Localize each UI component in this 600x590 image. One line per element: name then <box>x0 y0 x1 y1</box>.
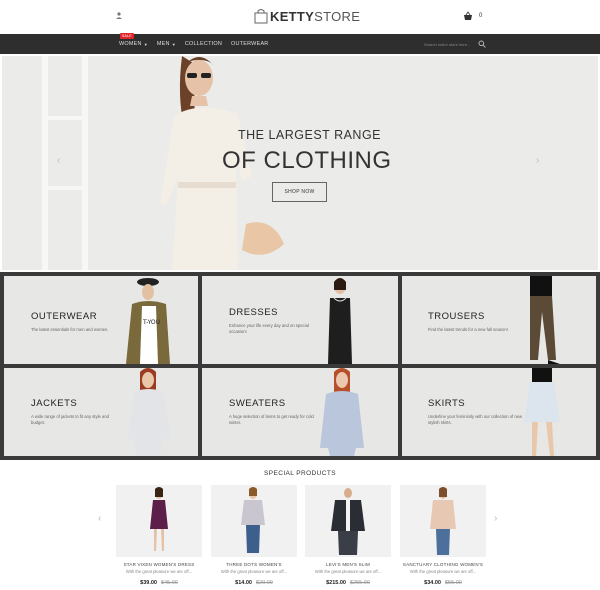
category-title: OUTERWEAR <box>31 311 98 322</box>
product-description: With the great pleasure we are off... <box>220 569 288 574</box>
category-tile-skirts[interactable]: SKIRTS Underline your femininity with ou… <box>402 368 596 456</box>
category-title: JACKETS <box>31 398 78 409</box>
product-old-price: $45.00 <box>161 580 178 586</box>
products-prev-arrow[interactable]: ‹ <box>98 514 108 524</box>
category-description: The latest essentials for men and women. <box>31 327 109 332</box>
product-current-price: $39.00 <box>140 580 157 586</box>
category-tile-dresses[interactable]: DRESSES Enhance your life every day and … <box>202 276 398 364</box>
hero-title-line2: OF CLOTHING <box>222 147 392 174</box>
product-photo-cardigan <box>430 487 456 555</box>
site-header: KETTYSTORE 0 <box>0 0 600 34</box>
category-title: TROUSERS <box>428 311 485 322</box>
product-price: $34.00 $55.00 <box>400 580 486 586</box>
chevron-down-icon: ▼ <box>143 41 148 47</box>
search-input[interactable] <box>424 39 474 49</box>
category-description: Enhance your life every day and on speci… <box>229 323 309 334</box>
outerwear-model-image: T-YOU <box>126 278 170 364</box>
nav-item-women[interactable]: SALE WOMEN ▼ <box>119 33 148 47</box>
product-card[interactable]: STAR VIXEN WOMEN'S DRESS With the great … <box>116 485 202 586</box>
cart-button[interactable]: 0 <box>463 11 482 21</box>
search-icon[interactable] <box>478 40 486 48</box>
category-title: SWEATERS <box>229 398 286 409</box>
special-products-title: SPECIAL PRODUCTS <box>264 470 336 477</box>
products-next-arrow[interactable]: › <box>494 514 504 524</box>
main-nav: SALE WOMEN ▼ MEN ▼ COLLECTION OUTERWEAR <box>0 33 600 54</box>
product-current-price: $215.00 <box>326 580 346 586</box>
product-price: $39.00 $45.00 <box>116 580 202 586</box>
search-box <box>424 38 488 50</box>
product-old-price: $55.00 <box>445 580 462 586</box>
category-title: SKIRTS <box>428 398 466 409</box>
sweaters-model-image <box>320 368 364 456</box>
user-icon[interactable] <box>114 11 124 21</box>
category-description: Find the latest trends for a new fall se… <box>428 327 508 332</box>
product-image[interactable] <box>305 485 391 557</box>
product-photo-dress <box>150 487 168 551</box>
category-description: A huge selection of items to get ready f… <box>229 414 314 425</box>
product-photo-jacket <box>331 488 365 555</box>
product-image[interactable] <box>400 485 486 557</box>
chevron-down-icon: ▼ <box>171 41 176 47</box>
nav-item-outerwear[interactable]: OUTERWEAR <box>231 41 268 47</box>
basket-icon <box>464 11 472 20</box>
product-price: $215.00 $255.00 <box>305 580 391 586</box>
product-card[interactable]: THREE DOTS WOMEN'S With the great pleasu… <box>211 485 297 586</box>
product-description: With the great pleasure we are off... <box>409 569 477 574</box>
category-tile-trousers[interactable]: TROUSERS Find the latest trends for a ne… <box>402 276 596 364</box>
product-name[interactable]: THREE DOTS WOMEN'S <box>211 562 297 567</box>
hero-prev-arrow[interactable]: ‹ <box>57 156 67 166</box>
skirts-model-image <box>524 368 560 456</box>
product-description: With the great pleasure we are off... <box>314 569 382 574</box>
category-tile-outerwear[interactable]: OUTERWEAR The latest essentials for men … <box>4 276 198 364</box>
product-old-price: $255.00 <box>350 580 370 586</box>
product-price: $14.00 $20.00 <box>211 580 297 586</box>
nav-item-label: WOMEN <box>119 41 142 47</box>
category-tile-jackets[interactable]: JACKETS A wide range of jackets to fit a… <box>4 368 198 456</box>
hero-next-arrow[interactable]: › <box>536 156 546 166</box>
nav-item-men[interactable]: MEN ▼ <box>157 41 176 47</box>
product-old-price: $20.00 <box>256 580 273 586</box>
svg-text:T-YOU: T-YOU <box>142 319 160 326</box>
hero-title-line1: THE LARGEST RANGE <box>238 128 382 142</box>
product-photo-sweater <box>241 487 265 553</box>
product-current-price: $34.00 <box>424 580 441 586</box>
category-title: DRESSES <box>229 307 278 318</box>
nav-item-label: COLLECTION <box>184 41 223 47</box>
nav-item-label: OUTERWEAR <box>231 41 269 47</box>
jackets-model-image <box>128 368 170 456</box>
product-card[interactable]: LEVI'S MEN'S SLIM With the great pleasur… <box>305 485 391 586</box>
product-description: With the great pleasure we are off... <box>125 569 193 574</box>
category-tile-sweaters[interactable]: SWEATERS A huge selection of items to ge… <box>202 368 398 456</box>
shop-now-button[interactable]: SHOP NOW <box>272 182 327 202</box>
shopping-bag-logo-icon <box>254 9 268 24</box>
store-logo[interactable]: KETTYSTORE <box>254 6 360 26</box>
category-description: A wide range of jackets to fit any style… <box>31 414 109 425</box>
product-image[interactable] <box>116 485 202 557</box>
dresses-model-image <box>328 278 352 364</box>
category-description: Underline your femininity with our colle… <box>428 414 523 425</box>
product-card[interactable]: SANCTUARY CLOTHING WOMEN'S With the grea… <box>400 485 486 586</box>
product-name[interactable]: LEVI'S MEN'S SLIM <box>305 562 391 567</box>
category-grid: OUTERWEAR The latest essentials for men … <box>0 272 600 460</box>
trousers-model-image <box>530 276 560 364</box>
logo-text: KETTYSTORE <box>270 8 361 24</box>
product-name[interactable]: STAR VIXEN WOMEN'S DRESS <box>116 562 202 567</box>
cart-count: 0 <box>479 13 483 19</box>
nav-item-collection[interactable]: COLLECTION <box>185 41 222 47</box>
product-image[interactable] <box>211 485 297 557</box>
nav-item-label: MEN <box>156 41 170 47</box>
product-name[interactable]: SANCTUARY CLOTHING WOMEN'S <box>400 562 486 567</box>
product-current-price: $14.00 <box>235 580 252 586</box>
sale-badge: SALE <box>120 33 134 39</box>
